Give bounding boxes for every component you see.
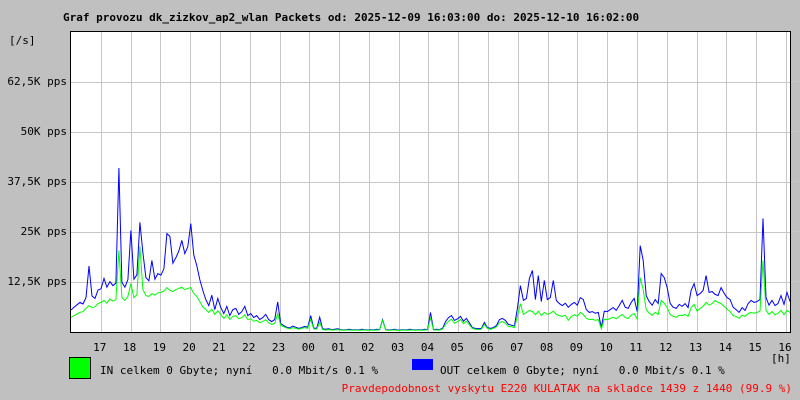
in-series-label: IN celkem 0 Gbyte; nyní 0.0 Mbit/s 0.1 % (100, 364, 379, 377)
series-line-in (71, 246, 790, 331)
x-tick-label: 14 (718, 341, 732, 354)
traffic-graph-page: Graf provozu dk_zizkov_ap2_wlan Packets … (0, 0, 800, 400)
y-tick-label: 50K pps (20, 125, 67, 138)
x-tick-label: 17 (93, 341, 107, 354)
x-tick-label: 20 (182, 341, 196, 354)
x-tick-label: 02 (361, 341, 375, 354)
graph-title: Graf provozu dk_zizkov_ap2_wlan Packets … (63, 11, 640, 24)
right-grid-tick (791, 81, 800, 82)
x-tick-label: 09 (569, 341, 584, 354)
right-grid-tick (791, 231, 800, 232)
y-tick-label: 25K pps (20, 225, 67, 238)
x-tick-label: 06 (480, 341, 494, 354)
x-tick-label: 13 (688, 341, 703, 354)
x-tick-label: 19 (152, 341, 166, 354)
out-series-label: OUT celkem 0 Gbyte; nyní 0.0 Mbit/s 0.1 … (440, 364, 725, 377)
x-tick-label: 07 (510, 341, 524, 354)
y-tick-label: 37,5K pps (7, 175, 67, 188)
right-grid-tick (791, 181, 800, 182)
x-axis-unit-label: [h] (771, 352, 791, 365)
x-tick-label: 12 (659, 341, 673, 354)
x-tick-label: 18 (122, 341, 137, 354)
availability-note: Pravdepodobnost vyskytu E220 KULATAK na … (341, 382, 792, 395)
x-tick-label: 23 (271, 341, 286, 354)
x-tick-label: 11 (629, 341, 643, 354)
x-tick-label: 15 (748, 341, 762, 354)
y-tick-label: 62,5K pps (7, 75, 67, 88)
x-tick-label: 10 (599, 341, 613, 354)
right-grid-tick (791, 281, 800, 282)
x-tick-label: 00 (301, 341, 315, 354)
x-tick-label: 04 (420, 341, 435, 354)
x-tick-label: 01 (331, 341, 345, 354)
chart-canvas (71, 32, 790, 332)
y-axis-unit-label: [/s] (9, 34, 36, 47)
x-tick-label: 08 (540, 341, 554, 354)
x-tick-label: 21 (212, 341, 226, 354)
x-tick-label: 22 (242, 341, 256, 354)
series-line-out (71, 167, 790, 331)
x-tick-label: 05 (450, 341, 464, 354)
right-grid-tick (791, 131, 800, 132)
out-series-swatch (412, 359, 433, 370)
x-tick-label: 03 (391, 341, 405, 354)
plot-area (70, 31, 791, 333)
in-series-swatch (69, 357, 91, 379)
y-tick-label: 12,5K pps (7, 275, 67, 288)
